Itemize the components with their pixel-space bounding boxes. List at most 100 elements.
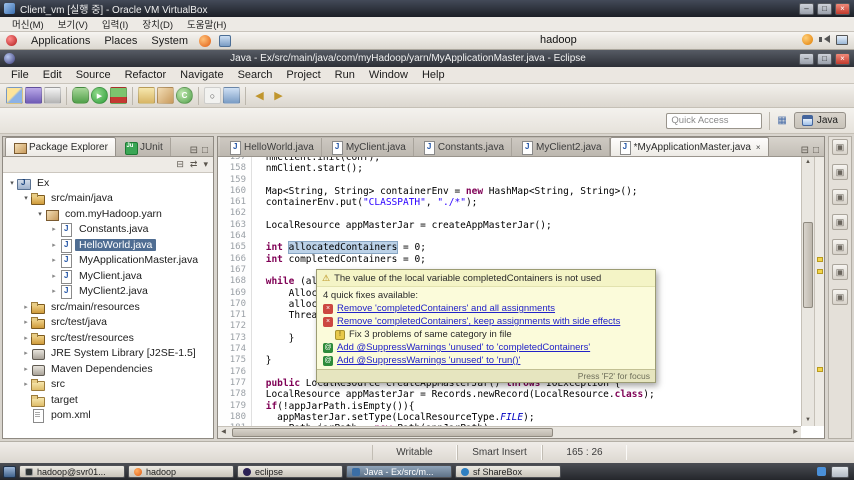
code-line[interactable]: 160 Map<String, String> containerEnv = n… (218, 186, 801, 197)
tree-item[interactable]: src/main/java (3, 191, 213, 207)
print-icon[interactable] (44, 87, 61, 104)
quick-fix-item[interactable]: Add @SuppressWarnings 'unused' to 'compl… (317, 341, 655, 354)
expand-arrow-icon[interactable] (21, 380, 31, 388)
menu-item[interactable]: Window (362, 69, 415, 81)
tree-item[interactable]: pom.xml (3, 408, 213, 424)
scroll-up-icon[interactable] (802, 157, 814, 168)
quick-fix-item[interactable]: Fix 3 problems of same category in file (317, 328, 655, 341)
menu-item[interactable]: Search (231, 69, 280, 81)
eclipse-close-button[interactable] (835, 53, 850, 65)
vm-minimize-button[interactable] (799, 3, 814, 15)
editor-tab[interactable]: HelloWorld.java (220, 137, 322, 156)
panel-menu-item[interactable]: System (144, 35, 195, 47)
code-line[interactable]: 159 (218, 175, 801, 186)
line-number[interactable]: 161 (218, 197, 252, 208)
warning-marker[interactable] (817, 367, 823, 372)
line-number[interactable]: 170 (218, 299, 252, 310)
code-line[interactable]: 158 nmClient.start(); (218, 163, 801, 174)
outline-icon[interactable] (832, 214, 848, 230)
taskbar-window-button[interactable]: hadoop@svr01... (19, 465, 125, 478)
vm-close-button[interactable] (835, 3, 850, 15)
line-number[interactable]: 165 (218, 242, 252, 253)
eclipse-maximize-button[interactable] (817, 53, 832, 65)
line-number[interactable]: 164 (218, 231, 252, 242)
panel-menu-item[interactable]: Places (97, 35, 144, 47)
menu-item[interactable]: Navigate (173, 69, 230, 81)
scroll-down-icon[interactable] (802, 415, 814, 426)
taskbar-window-button[interactable]: eclipse (237, 465, 343, 478)
external-tools-icon[interactable] (110, 87, 127, 104)
horizontal-scrollbar[interactable] (218, 426, 801, 438)
expand-arrow-icon[interactable] (21, 349, 31, 357)
warning-marker[interactable] (817, 269, 823, 274)
code-line[interactable]: 164 (218, 231, 801, 242)
new-package-icon[interactable] (157, 87, 174, 104)
open-perspective-icon[interactable] (777, 115, 786, 126)
line-number[interactable]: 158 (218, 163, 252, 174)
eclipse-minimize-button[interactable] (799, 53, 814, 65)
debug-icon[interactable] (72, 87, 89, 104)
distro-menu-icon[interactable] (6, 35, 17, 46)
warning-marker[interactable] (817, 257, 823, 262)
minimize-editor-icon[interactable] (801, 145, 809, 156)
expand-arrow-icon[interactable] (35, 210, 45, 218)
taskbar-window-button[interactable]: Java - Ex/src/m... (346, 465, 452, 478)
link-with-editor-icon[interactable] (190, 159, 198, 170)
tree-item[interactable]: MyApplicationMaster.java (3, 253, 213, 269)
javadoc-icon[interactable] (832, 264, 848, 280)
code-line[interactable]: 166 int completedContainers = 0; (218, 254, 801, 265)
code-line[interactable]: 163 LocalResource appMasterJar = createA… (218, 220, 801, 231)
quick-fix-item[interactable]: Add @SuppressWarnings 'unused' to 'run()… (317, 354, 655, 367)
java-perspective-button[interactable]: Java (794, 112, 846, 129)
console-icon[interactable] (832, 189, 848, 205)
expand-arrow-icon[interactable] (7, 179, 17, 187)
expand-arrow-icon[interactable] (21, 194, 31, 202)
menu-item[interactable]: Refactor (118, 69, 174, 81)
vm-menu-item[interactable]: 보기(V) (52, 17, 94, 31)
line-number[interactable]: 167 (218, 265, 252, 276)
problems-icon[interactable] (832, 239, 848, 255)
expand-arrow-icon[interactable] (49, 287, 59, 295)
line-number[interactable]: 177 (218, 378, 252, 389)
restore-icon[interactable] (832, 139, 848, 155)
close-tab-icon[interactable] (756, 143, 761, 152)
show-desktop-icon[interactable] (3, 466, 16, 478)
expand-arrow-icon[interactable] (21, 318, 31, 326)
vm-maximize-button[interactable] (817, 3, 832, 15)
editor-tab[interactable]: Constants.java (414, 137, 512, 156)
run-icon[interactable] (91, 87, 108, 104)
vm-menu-item[interactable]: 입력(I) (96, 17, 134, 31)
tree-item[interactable]: Ex (3, 175, 213, 191)
vertical-scroll-thumb[interactable] (803, 222, 813, 308)
code-line[interactable]: 179 if(!appJarPath.isEmpty()){ (218, 401, 801, 412)
line-number[interactable]: 178 (218, 389, 252, 400)
scroll-left-icon[interactable] (218, 427, 229, 438)
back-icon[interactable] (251, 87, 268, 104)
search-view-icon[interactable] (832, 164, 848, 180)
code-line[interactable]: 178 LocalResource appMasterJar = Records… (218, 389, 801, 400)
volume-icon[interactable] (819, 34, 830, 45)
maximize-view-icon[interactable] (202, 145, 208, 156)
quick-fix-item[interactable]: Remove 'completedContainers' and all ass… (317, 302, 655, 315)
save-icon[interactable] (25, 87, 42, 104)
view-menu-icon[interactable] (203, 159, 208, 170)
line-number[interactable]: 176 (218, 367, 252, 378)
minimize-view-icon[interactable] (190, 145, 198, 156)
expand-arrow-icon[interactable] (49, 272, 59, 280)
expand-arrow-icon[interactable] (49, 241, 59, 249)
vertical-scrollbar[interactable] (801, 157, 814, 426)
line-number[interactable]: 174 (218, 344, 252, 355)
collapse-all-icon[interactable] (176, 159, 184, 170)
line-number[interactable]: 175 (218, 355, 252, 366)
update-notifier-icon[interactable] (802, 34, 813, 45)
taskbar-window-button[interactable]: hadoop (128, 465, 234, 478)
terminal-launcher-icon[interactable] (219, 35, 231, 47)
display-icon[interactable] (836, 35, 848, 45)
panel-window-label[interactable]: hadoop (540, 34, 577, 46)
vm-menu-item[interactable]: 도움말(H) (181, 17, 232, 31)
line-number[interactable]: 171 (218, 310, 252, 321)
tree-item[interactable]: MyClient.java (3, 268, 213, 284)
menu-item[interactable]: Project (279, 69, 327, 81)
tree-item[interactable]: src/test/java (3, 315, 213, 331)
tasklist-icon[interactable] (832, 289, 848, 305)
